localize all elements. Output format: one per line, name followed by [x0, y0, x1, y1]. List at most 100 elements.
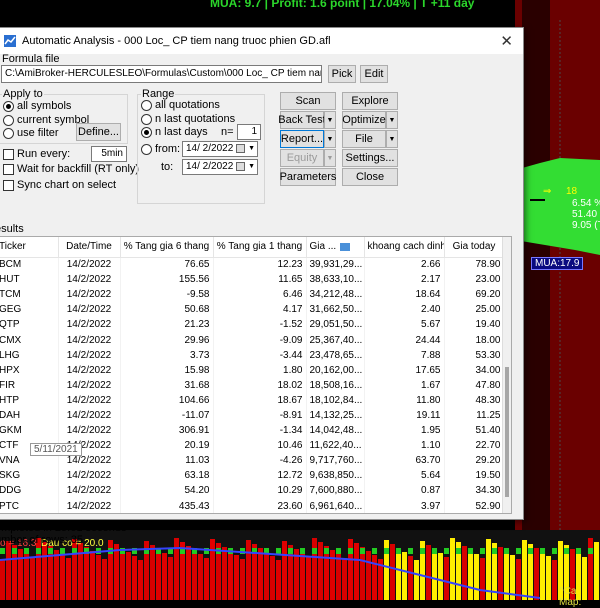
table-cell: 34,212,48... — [306, 287, 364, 302]
optimize-button[interactable]: Optimize — [342, 111, 386, 129]
table-cell: 306.91 — [120, 423, 213, 438]
table-cell: 39,931,29... — [306, 257, 364, 272]
indicator-cap — [276, 548, 281, 554]
scrollbar-thumb — [505, 367, 509, 497]
file-button[interactable]: File — [342, 130, 386, 148]
settings-button[interactable]: Settings... — [342, 149, 398, 167]
table-row[interactable]: HTP14/2/2022104.6618.6718,102,84...11.80… — [0, 393, 504, 408]
equity-button[interactable]: Equity — [280, 149, 324, 167]
close-button[interactable]: Close — [342, 168, 398, 186]
table-row[interactable]: BCM14/2/202276.6512.2339,931,29...2.6678… — [0, 257, 504, 272]
formula-path-field[interactable]: C:\AmiBroker-HERCULESLEO\Formulas\Custom… — [1, 65, 322, 83]
wait-backfill-checkbox[interactable]: Wait for backfill (RT only) — [3, 163, 139, 175]
indicator-bar — [438, 553, 443, 600]
edit-button[interactable]: Edit — [360, 65, 388, 83]
col-khoang-cach[interactable]: khoang cach dinh — [364, 237, 444, 257]
col-gia-today[interactable]: Gia today — [444, 237, 504, 257]
chevron-down-icon: ▼ — [327, 136, 334, 143]
to-date-field[interactable]: 14/ 2/2022▼ — [182, 159, 258, 175]
table-row[interactable]: TCM14/2/2022-9.586.4634,212,48...18.6469… — [0, 287, 504, 302]
col-6month[interactable]: % Tang gia 6 thang — [120, 237, 213, 257]
indicator-cap — [552, 548, 557, 554]
table-cell: 47.80 — [444, 378, 504, 393]
run-every-checkbox[interactable]: Run every: — [3, 148, 70, 160]
table-cell: 14/2/2022 — [58, 499, 120, 514]
calendar-icon — [236, 144, 245, 153]
backtest-dropdown[interactable]: ▼ — [324, 111, 336, 129]
table-cell: BCM — [0, 257, 58, 272]
title-bar[interactable]: Automatic Analysis - 000 Loc_ CP tiem na… — [0, 28, 523, 54]
table-row[interactable]: DDG14/2/202254.2010.297,600,880...0.8734… — [0, 483, 504, 498]
sync-chart-checkbox[interactable]: Sync chart on select — [3, 179, 116, 191]
table-row[interactable]: HPX14/2/202215.981.8020,162,00...17.6534… — [0, 363, 504, 378]
equity-dropdown[interactable]: ▼ — [324, 149, 336, 167]
price1-label: 51.40 — [572, 209, 597, 220]
col-datetime[interactable]: Date/Time — [58, 237, 120, 257]
automatic-analysis-dialog: Automatic Analysis - 000 Loc_ CP tiem na… — [0, 27, 524, 520]
explore-button[interactable]: Explore — [342, 92, 398, 110]
table-row[interactable]: PTC14/2/2022435.4323.606,961,640...3.975… — [0, 499, 504, 514]
table-row[interactable]: FIR14/2/202231.6818.0218,508,16...1.6747… — [0, 378, 504, 393]
radio-n-last-days[interactable]: n last days — [141, 126, 208, 138]
table-cell: 4.17 — [213, 302, 306, 317]
pick-button[interactable]: Pick — [328, 65, 356, 83]
table-row[interactable]: GKM14/2/2022306.91-1.3414,042,48...1.955… — [0, 423, 504, 438]
run-every-field[interactable]: 5min — [91, 146, 127, 162]
indicator-cap — [504, 548, 509, 554]
table-cell: 23.60 — [213, 499, 306, 514]
indicator-bar — [30, 557, 35, 600]
table-row[interactable]: QTP14/2/202221.23-1.5229,051,50...5.6719… — [0, 317, 504, 332]
scan-button[interactable]: Scan — [280, 92, 336, 110]
table-cell: 11.80 — [364, 393, 444, 408]
indicator-bar — [0, 560, 5, 600]
table-cell: 6.46 — [213, 287, 306, 302]
table-cell: 6,961,640... — [306, 499, 364, 514]
indicator-bar — [246, 540, 251, 600]
backtest-button[interactable]: Back Test — [280, 111, 324, 129]
n-days-field[interactable]: 1 — [237, 124, 261, 140]
table-cell: 2.40 — [364, 302, 444, 317]
indicator-cap — [516, 548, 521, 554]
table-row[interactable]: DAH14/2/2022-11.07-8.9114,132,25...19.11… — [0, 408, 504, 423]
close-icon[interactable]: ✕ — [500, 32, 513, 50]
table-cell: -4.26 — [213, 453, 306, 468]
radio-all-quotations[interactable]: all quotations — [141, 99, 220, 111]
indicator-cap — [456, 548, 461, 554]
table-row[interactable]: GEG14/2/202250.684.1731,662,50...2.4025.… — [0, 302, 504, 317]
chevron-down-icon: ▼ — [389, 136, 396, 143]
report-button[interactable]: Report... — [280, 130, 324, 148]
radio-use-filter[interactable]: use filter — [3, 127, 59, 139]
table-cell: 5.67 — [364, 317, 444, 332]
table-row[interactable]: CMX14/2/202229.96-9.0925,367,40...24.441… — [0, 332, 504, 347]
table-cell: 34.30 — [444, 483, 504, 498]
table-row[interactable]: SKG14/2/202263.1812.729,638,850...5.6419… — [0, 468, 504, 483]
table-row[interactable]: HUT14/2/2022155.5611.6538,633,10...2.172… — [0, 272, 504, 287]
table-row[interactable]: LHG14/2/20223.73-3.4423,478,65...7.8853.… — [0, 348, 504, 363]
col-1month[interactable]: % Tang gia 1 thang — [213, 237, 306, 257]
radio-from[interactable]: from: — [141, 143, 180, 155]
define-button[interactable]: Define... — [76, 123, 121, 141]
col-gia[interactable]: Gia ... — [306, 237, 364, 257]
radio-all-symbols[interactable]: all symbols — [3, 100, 71, 112]
parameters-button[interactable]: Parameters — [280, 168, 336, 186]
from-date-field[interactable]: 14/ 2/2022▼ — [182, 141, 258, 157]
indicator-bar — [432, 549, 437, 600]
table-cell: 52.90 — [444, 499, 504, 514]
indicator-bar — [426, 545, 431, 600]
vertical-scrollbar[interactable] — [502, 237, 511, 513]
results-grid[interactable]: Ticker Date/Time % Tang gia 6 thang % Ta… — [0, 236, 512, 514]
optimize-dropdown[interactable]: ▼ — [386, 111, 398, 129]
chevron-down-icon: ▼ — [327, 117, 334, 124]
col-ticker[interactable]: Ticker — [0, 237, 58, 257]
table-cell: 20,162,00... — [306, 363, 364, 378]
table-cell: 3.73 — [120, 348, 213, 363]
table-cell: 9,638,850... — [306, 468, 364, 483]
indicator-bar — [342, 558, 347, 600]
table-cell: HPX — [0, 363, 58, 378]
table-cell: 11.03 — [120, 453, 213, 468]
file-dropdown[interactable]: ▼ — [386, 130, 398, 148]
report-dropdown[interactable]: ▼ — [324, 130, 336, 148]
radio-n-last-quotations[interactable]: n last quotations — [141, 113, 235, 125]
table-cell: 14/2/2022 — [58, 257, 120, 272]
table-cell: 15.98 — [120, 363, 213, 378]
